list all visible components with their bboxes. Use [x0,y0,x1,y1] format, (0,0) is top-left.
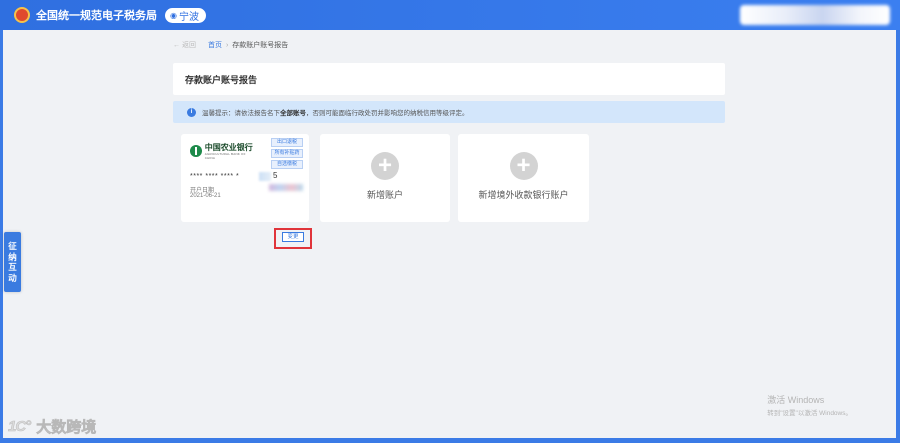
watermark-line1: 激活 Windows [767,395,825,405]
account-number: **** **** **** * [190,173,240,180]
account-blurred-digits [259,172,271,181]
open-date-value: 2021-06-21 [190,193,221,199]
breadcrumb-home[interactable]: 首页 [208,40,222,50]
add-account-label: 新增账户 [366,190,403,200]
side-tab-interaction[interactable]: 征 纳 互 动 [4,232,21,292]
usage-tag: 所有补贴药 [271,149,303,158]
windows-activation-watermark: 激活 Windows 转到"设置"以激活 Windows。 [767,393,852,417]
notice-banner: i 温馨提示：请依法报告名下 全部账号 ，否则可能面临行政处罚并影响您的纳税信用等级… [173,101,725,123]
app-frame: 全国统一规范电子税务局 ◉ 宁波 ← 返回 首页 › 存款账户账号报告 存款账户… [0,0,900,443]
bank-name-cn: 中国农业银行 [204,141,253,152]
plus-icon: + [371,152,399,180]
usage-tag: 出口退税 [271,138,303,147]
watermark-line2: 转到"设置"以激活 Windows。 [767,410,852,417]
side-tab-char: 动 [8,272,17,283]
app-title: 全国统一规范电子税务局 [36,10,157,22]
side-tab-char: 纳 [8,251,17,262]
abc-bank-icon [190,145,202,157]
notice-prefix: 温馨提示：请依法报告名下 [202,110,280,117]
breadcrumb-current: 存款账户账号报告 [232,42,289,49]
info-icon: i [187,107,196,117]
notice-suffix: ，否则可能面临行政处罚并影响您的纳税信用等级评定。 [306,110,469,117]
blurred-info [269,184,303,191]
brand-logo: 1C° [8,418,32,436]
add-overseas-account-label: 新增境外收款银行账户 [478,190,569,200]
add-overseas-account-card[interactable]: + 新增境外收款银行账户 [458,134,589,222]
bank-logo: 中国农业银行 AGRICULTURAL BANK OF CHINA [190,141,256,160]
usage-tag: 自选缴税 [271,160,303,169]
main-content: ← 返回 首页 › 存款账户账号报告 存款账户账号报告 i 温馨提示：请依法报告… [3,30,896,438]
account-usage-tags: 出口退税 所有补贴药 自选缴税 [271,138,303,169]
back-link[interactable]: ← 返回 [173,40,196,50]
add-account-card[interactable]: + 新增账户 [320,134,450,222]
brand-text: 大数跨境 [36,419,97,437]
tax-emblem-icon [14,7,30,23]
side-tab-char: 征 [8,241,17,251]
change-button[interactable]: 变更 [282,232,304,242]
region-selector[interactable]: ◉ 宁波 [165,7,206,23]
side-tab-char: 互 [8,262,17,272]
plus-icon: + [509,152,538,180]
location-pin-icon: ◉ [170,10,177,20]
account-number-tail: 5 [273,171,278,180]
bank-account-card: 中国农业银行 AGRICULTURAL BANK OF CHINA 出口退税 所… [181,134,312,249]
bank-name-en: AGRICULTURAL BANK OF CHINA [204,151,246,160]
brand-watermark: 1C° 大数跨境 [8,416,97,437]
notice-emphasis: 全部账号 [280,110,306,117]
breadcrumb: ← 返回 首页 › 存款账户账号报告 [173,38,288,52]
breadcrumb-separator-icon: › [225,41,229,49]
region-label: 宁波 [178,11,199,23]
page-title: 存款账户账号报告 [173,63,725,95]
top-bar: 全国统一规范电子税务局 ◉ 宁波 [0,0,900,30]
user-info-blurred[interactable] [740,5,890,25]
